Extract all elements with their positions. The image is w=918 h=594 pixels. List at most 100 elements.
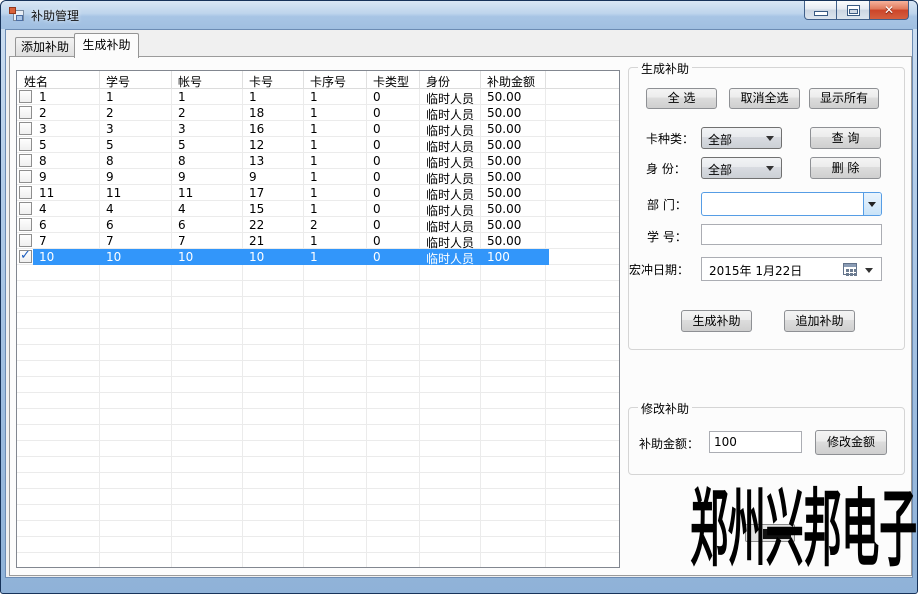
column-header[interactable]: 帐号	[178, 73, 202, 90]
table-row[interactable]: 7772110临时人员50.00	[17, 233, 619, 249]
row-checkbox[interactable]	[19, 138, 32, 151]
table-cell: 临时人员	[426, 202, 474, 219]
department-dropdown-button[interactable]	[863, 193, 881, 215]
table-cell: 100	[487, 250, 510, 264]
row-checkbox[interactable]	[19, 106, 32, 119]
row-checkbox[interactable]	[19, 170, 32, 183]
table-cell: 临时人员	[426, 186, 474, 203]
modify-amount-button[interactable]: 修改金额	[815, 430, 887, 455]
table-cell: 1	[310, 170, 318, 184]
table-cell: 临时人员	[426, 106, 474, 123]
chevron-down-icon	[865, 268, 873, 273]
table-cell: 4	[106, 202, 114, 216]
student-no-input[interactable]	[701, 224, 882, 245]
table-cell: 50.00	[487, 218, 521, 232]
close-button[interactable]: ✕	[870, 1, 909, 20]
table-row[interactable]: 1010101010临时人员100	[17, 249, 619, 265]
table-cell: 2	[39, 106, 47, 120]
maximize-button[interactable]	[837, 1, 870, 20]
table-row[interactable]: 111110临时人员50.00	[17, 89, 619, 105]
table-cell: 9	[39, 170, 47, 184]
subsidy-table[interactable]: 姓名 学号 帐号 卡号 卡序号 卡类型身份 补助金额 1 1 1 1 1 0 临时人员 50.00 2221…	[16, 70, 620, 568]
card-type-select[interactable]: 全部	[701, 127, 782, 149]
column-header[interactable]: 身份	[426, 73, 450, 90]
show-all-button[interactable]: 显示所有	[809, 88, 879, 109]
maximize-icon	[848, 6, 859, 15]
table-cell: 50.00	[487, 154, 521, 168]
table-cell: 50.00	[487, 202, 521, 216]
table-row[interactable]: 1111111710临时人员50.00	[17, 185, 619, 201]
identity-value: 全部	[708, 161, 732, 178]
row-checkbox[interactable]	[19, 186, 32, 199]
table-cell: 0	[373, 218, 381, 232]
column-header[interactable]: 卡号	[249, 73, 273, 90]
row-checkbox[interactable]	[19, 218, 32, 231]
identity-select[interactable]: 全部	[701, 157, 782, 179]
row-checkbox-checked[interactable]	[19, 250, 32, 263]
table-row[interactable]: 999910临时人员50.00	[17, 169, 619, 185]
modify-amount-input[interactable]	[709, 431, 802, 453]
table-row[interactable]: 6662220临时人员50.00	[17, 217, 619, 233]
column-header[interactable]: 学号	[106, 73, 130, 90]
table-cell: 16	[249, 122, 264, 136]
table-cell: 0	[373, 138, 381, 152]
modify-amount-label: 补助金额：	[639, 435, 699, 452]
tab-add-subsidy[interactable]: 添加补助	[15, 37, 75, 57]
table-cell: 50.00	[487, 186, 521, 200]
append-subsidy-button[interactable]: 追加补助	[784, 310, 855, 332]
client-area: 添加补助 生成补助 姓名 学号 帐号 卡号 卡序号 卡类型身份 补助金额 1 1 1 1 1 0 临时人…	[5, 29, 913, 578]
column-header[interactable]: 姓名	[24, 73, 48, 90]
table-cell: 1	[310, 138, 318, 152]
column-header[interactable]: 卡序号	[310, 73, 346, 90]
delete-button[interactable]: 删 除	[810, 157, 881, 179]
table-cell: 8	[178, 154, 186, 168]
chevron-down-icon	[766, 166, 774, 171]
obscured-content	[763, 529, 791, 539]
table-row[interactable]: 4441510临时人员50.00	[17, 201, 619, 217]
table-row[interactable]: 5551210临时人员50.00	[17, 137, 619, 153]
table-cell: 50.00	[487, 170, 521, 184]
table-cell: 0	[373, 202, 381, 216]
table-cell: 0	[373, 90, 381, 104]
column-separator	[366, 71, 367, 89]
tab-generate-subsidy[interactable]: 生成补助	[74, 33, 139, 58]
table-cell: 0	[373, 122, 381, 136]
table-cell: 1	[106, 90, 114, 104]
app-icon	[9, 7, 25, 23]
table-cell: 8	[106, 154, 114, 168]
row-checkbox[interactable]	[19, 154, 32, 167]
caption-buttons: ✕	[804, 1, 909, 20]
table-cell: 0	[373, 154, 381, 168]
query-button[interactable]: 查 询	[810, 127, 881, 149]
table-cell: 3	[178, 122, 186, 136]
generate-subsidy-button[interactable]: 生成补助	[681, 310, 752, 332]
row-checkbox[interactable]	[19, 90, 32, 103]
table-cell: 临时人员	[426, 250, 474, 267]
vendor-watermark: 郑州兴邦电子	[690, 487, 917, 571]
table-cell: 9	[178, 170, 186, 184]
table-cell: 1	[310, 186, 318, 200]
select-all-button[interactable]: 全 选	[646, 88, 717, 109]
generate-group-title: 生成补助	[638, 60, 692, 77]
table-cell: 1	[310, 90, 318, 104]
row-checkbox[interactable]	[19, 202, 32, 215]
row-checkbox[interactable]	[19, 234, 32, 247]
column-separator	[303, 71, 304, 89]
deselect-all-button[interactable]: 取消全选	[729, 88, 800, 109]
minimize-button[interactable]	[804, 1, 837, 20]
column-header[interactable]: 补助金额	[487, 73, 535, 90]
department-select[interactable]	[701, 192, 882, 216]
table-row[interactable]: 8881310临时人员50.00	[17, 153, 619, 169]
row-checkbox[interactable]	[19, 122, 32, 135]
table-cell: 6	[39, 218, 47, 232]
table-cell: 9	[106, 170, 114, 184]
column-header[interactable]: 卡类型	[373, 73, 409, 90]
column-separator	[480, 71, 481, 89]
recharge-date-picker[interactable]: 2015年 1月22日	[701, 257, 882, 281]
table-row[interactable]: 2221810临时人员50.00	[17, 105, 619, 121]
table-row[interactable]: 3331610临时人员50.00	[17, 121, 619, 137]
table-cell: 3	[106, 122, 114, 136]
title-bar[interactable]: 补助管理 ✕	[1, 1, 917, 29]
recharge-date-label: 宏冲日期：	[629, 261, 689, 278]
table-cell: 1	[310, 234, 318, 248]
